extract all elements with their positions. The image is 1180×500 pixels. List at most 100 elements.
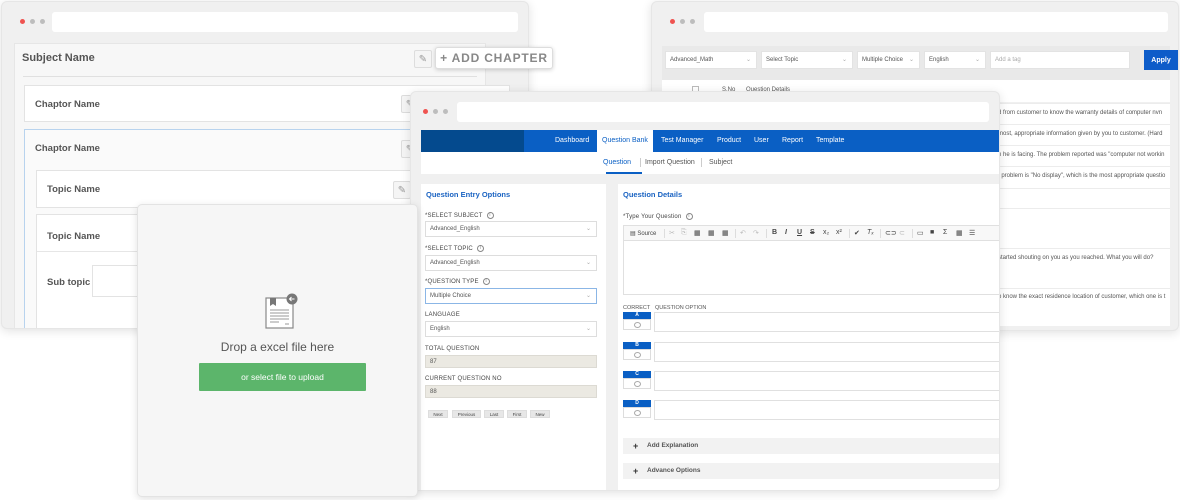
option-c-input[interactable]	[654, 371, 999, 391]
edit-topic-button[interactable]: ✎	[393, 181, 411, 199]
horizontal-rule-icon[interactable]: ☰	[969, 229, 975, 237]
question-editor-input[interactable]	[623, 241, 999, 295]
nav-template[interactable]: Template	[816, 130, 844, 152]
nav-test-manager[interactable]: Test Manager	[661, 130, 703, 152]
window-controls	[423, 109, 448, 114]
option-a-input[interactable]	[654, 312, 999, 332]
subscript-icon[interactable]: x₂	[823, 229, 829, 236]
question-option-header: QUESTION OPTION	[655, 305, 707, 311]
subject-title: Subject Name	[22, 52, 95, 64]
minimize-dot-icon[interactable]	[30, 19, 35, 24]
divider	[23, 76, 477, 77]
toggle-label: Advance Options	[647, 467, 701, 474]
underline-icon[interactable]: U	[797, 229, 802, 236]
cut-icon[interactable]: ✂	[669, 229, 675, 237]
paste-word-icon[interactable]: ▦	[722, 229, 729, 237]
bold-icon[interactable]: B	[772, 229, 777, 236]
option-d-input[interactable]	[654, 400, 999, 420]
apply-button[interactable]: Apply	[1144, 50, 1178, 70]
maximize-dot-icon[interactable]	[40, 19, 45, 24]
plus-icon: +	[633, 441, 639, 451]
nav-question-bank[interactable]: Question Bank	[597, 130, 653, 152]
remove-format-icon[interactable]: Tₓ	[867, 229, 874, 236]
table-icon[interactable]: ▦	[956, 229, 963, 237]
language-filter-select[interactable]: English ⌄	[924, 51, 986, 69]
paste-icon[interactable]: ▦	[694, 229, 701, 237]
divider	[880, 229, 881, 238]
option-c-radio[interactable]	[623, 378, 651, 389]
superscript-icon[interactable]: x²	[836, 229, 842, 236]
edit-subject-button[interactable]: ✎	[414, 50, 432, 68]
strikethrough-icon[interactable]: S	[810, 229, 815, 236]
option-a-radio[interactable]	[623, 319, 651, 330]
subnav-import-question[interactable]: Import Question	[645, 159, 695, 166]
nav-report[interactable]: Report	[782, 130, 803, 152]
address-bar[interactable]	[704, 12, 1168, 32]
copy-icon[interactable]: ⎘	[681, 229, 687, 237]
option-d-radio[interactable]	[623, 407, 651, 418]
italic-icon[interactable]: I	[785, 229, 787, 236]
close-dot-icon[interactable]	[670, 19, 675, 24]
radio-icon	[634, 410, 641, 416]
paste-text-icon[interactable]: ▦	[708, 229, 715, 237]
info-icon[interactable]: i	[482, 278, 490, 285]
option-b-input[interactable]	[654, 342, 999, 362]
nav-product[interactable]: Product	[717, 130, 741, 152]
tag-input[interactable]: Add a tag	[990, 51, 1130, 69]
next-button[interactable]: Next	[428, 410, 448, 418]
minimize-dot-icon[interactable]	[433, 109, 438, 114]
title-bar	[2, 2, 528, 42]
add-chapter-button[interactable]: + ADD CHAPTER	[435, 47, 553, 69]
subject-filter-select[interactable]: Advanced_Math ⌄	[665, 51, 757, 69]
nav-dashboard[interactable]: Dashboard	[555, 130, 589, 152]
address-bar[interactable]	[52, 12, 518, 32]
option-b-radio[interactable]	[623, 349, 651, 360]
maximize-dot-icon[interactable]	[443, 109, 448, 114]
chevron-down-icon: ⌄	[585, 226, 591, 232]
previous-button[interactable]: Previous	[452, 410, 481, 418]
new-button[interactable]: New	[530, 410, 550, 418]
info-icon[interactable]: i	[486, 212, 494, 219]
minimize-dot-icon[interactable]	[680, 19, 685, 24]
row-text: n he is facing. The problem reported was…	[998, 152, 1165, 158]
language-filter-value: English	[929, 57, 949, 63]
link-icon[interactable]: ⊂⊃	[885, 229, 897, 237]
option-letter-b: B	[623, 342, 651, 349]
close-dot-icon[interactable]	[20, 19, 25, 24]
pencil-icon: ✎	[418, 53, 428, 65]
topic-filter-select[interactable]: Select Topic ⌄	[761, 51, 853, 69]
first-button[interactable]: First	[507, 410, 527, 418]
info-icon[interactable]: i	[685, 213, 693, 220]
close-dot-icon[interactable]	[423, 109, 428, 114]
image-icon[interactable]: ▭	[917, 229, 924, 237]
radio-icon	[634, 381, 641, 387]
editor-toolbar: ▤ Source ✂ ⎘ ▦ ▦ ▦ ↶ ↷ B I U S x₂ x² ✔ T…	[623, 225, 999, 241]
chevron-down-icon: ⌄	[841, 57, 847, 63]
sigma-icon[interactable]: Σ	[943, 229, 947, 236]
question-type-dropdown[interactable]: Multiple Choice ⌄	[425, 288, 597, 304]
advance-options-toggle[interactable]: + Advance Options	[623, 463, 999, 479]
last-button[interactable]: Last	[484, 410, 504, 418]
subnav-question[interactable]: Question	[603, 159, 631, 166]
language-dropdown[interactable]: English ⌄	[425, 321, 597, 337]
select-file-button[interactable]: or select file to upload	[199, 363, 366, 391]
add-explanation-toggle[interactable]: + Add Explanation	[623, 438, 999, 454]
select-topic-dropdown[interactable]: Advanced_English ⌄	[425, 255, 597, 271]
source-button[interactable]: ▤ Source	[630, 230, 656, 237]
embed-icon[interactable]: ■	[930, 229, 934, 236]
undo-icon[interactable]: ↶	[740, 229, 746, 237]
address-bar[interactable]	[457, 102, 989, 122]
redo-icon[interactable]: ↷	[753, 229, 759, 237]
info-icon[interactable]: i	[476, 245, 484, 252]
maximize-dot-icon[interactable]	[690, 19, 695, 24]
format-painter-icon[interactable]: ✔	[854, 229, 860, 237]
subnav-subject[interactable]: Subject	[709, 159, 732, 166]
upload-dropzone[interactable]: Drop a excel file here or select file to…	[137, 204, 418, 497]
unlink-icon[interactable]: ⊂	[899, 229, 905, 237]
option-letter-a: A	[623, 312, 651, 319]
select-subject-dropdown[interactable]: Advanced_English ⌄	[425, 221, 597, 237]
chevron-down-icon: ⌄	[908, 57, 914, 63]
divider	[849, 229, 850, 238]
nav-user[interactable]: User	[754, 130, 769, 152]
type-filter-select[interactable]: Multiple Choice ⌄	[857, 51, 920, 69]
